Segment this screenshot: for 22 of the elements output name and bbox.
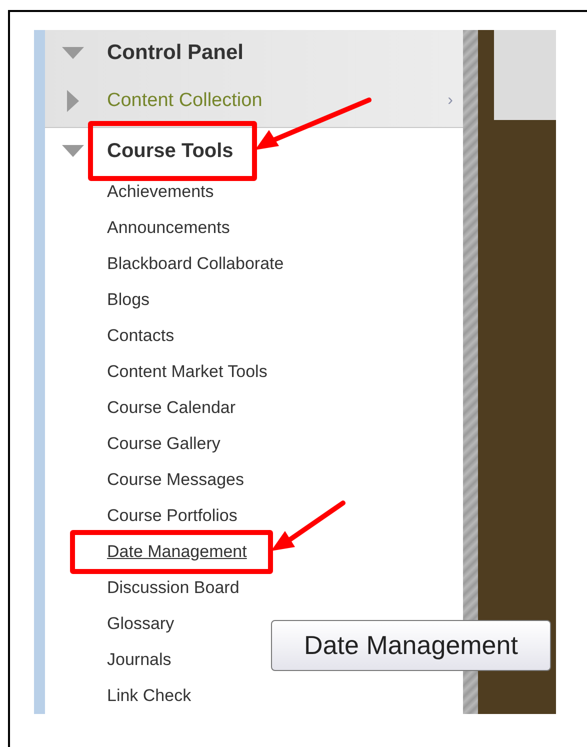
menu-link[interactable]: Achievements	[107, 182, 214, 201]
menu-link[interactable]: Date Management	[107, 542, 247, 561]
expand-triangle-icon[interactable]	[67, 90, 79, 112]
chevron-icon: ›	[448, 89, 453, 113]
collapse-triangle-icon[interactable]	[62, 46, 84, 58]
menu-link[interactable]: Announcements	[107, 218, 230, 237]
menu-link[interactable]: Journals	[107, 650, 172, 669]
menu-link[interactable]: Course Gallery	[107, 434, 220, 453]
menu-link[interactable]: Course Messages	[107, 470, 244, 489]
menu-link[interactable]: Course Portfolios	[107, 506, 238, 525]
menu-link[interactable]: Content Market Tools	[107, 362, 268, 381]
menu-link[interactable]: Link Check	[107, 686, 192, 705]
section-title[interactable]: Control Panel	[107, 36, 244, 68]
menu-link[interactable]: Contacts	[107, 326, 174, 345]
section-title[interactable]: Course Tools	[107, 140, 234, 162]
menu-link[interactable]: Course Calendar	[107, 398, 236, 417]
tooltip: Date Management	[271, 620, 551, 671]
collapse-triangle-icon[interactable]	[62, 145, 84, 157]
menu-link[interactable]: Glossary	[107, 614, 174, 633]
menu-link[interactable]: Blogs	[107, 290, 150, 309]
menu-link[interactable]: Blackboard Collaborate	[107, 254, 284, 273]
menu-link[interactable]: Discussion Board	[107, 578, 240, 597]
